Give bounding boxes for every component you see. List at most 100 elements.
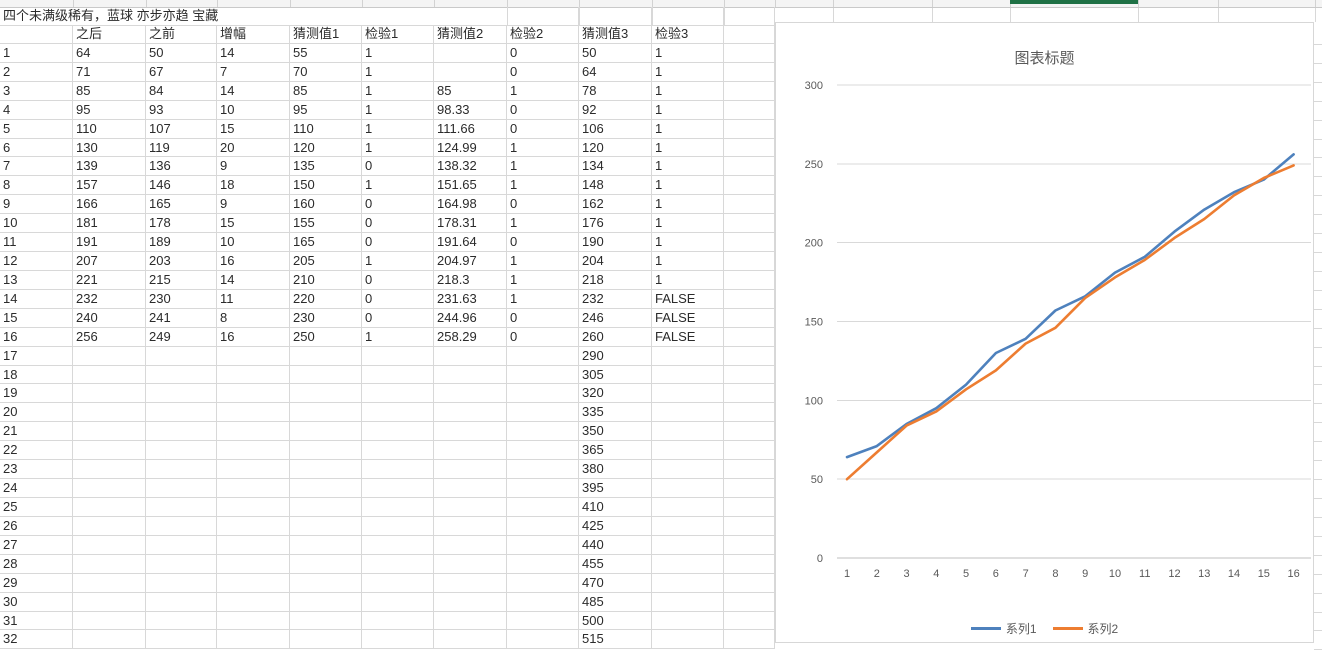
sheet-cell[interactable]: 1 (507, 271, 579, 290)
sheet-cell[interactable] (434, 612, 507, 631)
sheet-cell[interactable] (724, 195, 775, 214)
sheet-cell[interactable]: 120 (579, 139, 652, 158)
sheet-cell[interactable]: 1 (507, 176, 579, 195)
sheet-cell[interactable] (652, 441, 724, 460)
sheet-cell[interactable] (73, 630, 146, 649)
sheet-cell[interactable] (73, 536, 146, 555)
sheet-cell[interactable] (362, 498, 434, 517)
sheet-cell[interactable]: FALSE (652, 290, 724, 309)
sheet-cell[interactable]: 135 (290, 157, 362, 176)
sheet-cell[interactable]: 157 (73, 176, 146, 195)
sheet-cell[interactable]: 1 (362, 139, 434, 158)
sheet-cell[interactable]: 155 (290, 214, 362, 233)
sheet-cell[interactable] (73, 384, 146, 403)
sheet-cell[interactable]: 191 (73, 233, 146, 252)
sheet-cell[interactable]: 64 (73, 44, 146, 63)
sheet-cell[interactable] (652, 460, 724, 479)
sheet-cell[interactable] (434, 347, 507, 366)
sheet-cell[interactable] (724, 384, 775, 403)
sheet-cell[interactable] (652, 536, 724, 555)
sheet-cell[interactable]: 178 (146, 214, 217, 233)
sheet-cell[interactable]: 84 (146, 82, 217, 101)
sheet-cell[interactable] (434, 555, 507, 574)
sheet-cell[interactable]: 0 (507, 328, 579, 347)
sheet-cell[interactable]: 110 (73, 120, 146, 139)
sheet-cell[interactable]: 85 (290, 82, 362, 101)
sheet-cell[interactable]: 7 (217, 63, 290, 82)
sheet-cell[interactable]: 0 (507, 233, 579, 252)
sheet-cell[interactable]: 93 (146, 101, 217, 120)
sheet-cell[interactable]: 1 (652, 139, 724, 158)
sheet-cell[interactable]: 160 (290, 195, 362, 214)
sheet-cell[interactable]: 176 (579, 214, 652, 233)
sheet-cell[interactable]: 455 (579, 555, 652, 574)
sheet-cell[interactable]: 3 (0, 82, 73, 101)
sheet-cell[interactable] (434, 384, 507, 403)
sheet-cell[interactable] (652, 403, 724, 422)
sheet-cell[interactable]: 246 (579, 309, 652, 328)
sheet-cell[interactable]: 181 (73, 214, 146, 233)
sheet-cell[interactable] (73, 347, 146, 366)
sheet-cell[interactable]: 1 (507, 290, 579, 309)
sheet-cell[interactable]: 1 (652, 233, 724, 252)
sheet-cell[interactable]: 16 (0, 328, 73, 347)
sheet-column-header-cell[interactable] (0, 25, 73, 44)
sheet-cell[interactable]: 1 (362, 63, 434, 82)
sheet-cell[interactable]: 148 (579, 176, 652, 195)
sheet-cell[interactable] (652, 612, 724, 631)
sheet-cell[interactable]: 19 (0, 384, 73, 403)
sheet-cell[interactable]: 2 (0, 63, 73, 82)
sheet-cell[interactable]: 1 (362, 328, 434, 347)
sheet-cell[interactable]: FALSE (652, 328, 724, 347)
sheet-cell[interactable] (290, 366, 362, 385)
sheet-cell[interactable]: 0 (507, 195, 579, 214)
sheet-cell[interactable]: 0 (362, 309, 434, 328)
sheet-cell[interactable] (290, 574, 362, 593)
sheet-cell[interactable]: 210 (290, 271, 362, 290)
sheet-cell[interactable]: 85 (434, 82, 507, 101)
sheet-cell[interactable] (146, 460, 217, 479)
sheet-cell[interactable]: 1 (362, 82, 434, 101)
sheet-cell[interactable] (146, 593, 217, 612)
sheet-cell[interactable]: 22 (0, 441, 73, 460)
sheet-cell[interactable] (217, 479, 290, 498)
sheet-cell[interactable] (724, 422, 775, 441)
sheet-cell[interactable]: 305 (579, 366, 652, 385)
sheet-cell[interactable]: 136 (146, 157, 217, 176)
sheet-cell[interactable] (652, 384, 724, 403)
sheet-column-header-cell[interactable]: 检验3 (652, 25, 724, 44)
sheet-cell[interactable]: 1 (362, 101, 434, 120)
sheet-cell[interactable]: 204 (579, 252, 652, 271)
sheet-cell[interactable]: 335 (579, 403, 652, 422)
sheet-cell[interactable]: 4 (0, 101, 73, 120)
sheet-cell[interactable] (724, 214, 775, 233)
sheet-cell[interactable] (507, 612, 579, 631)
sheet-cell[interactable] (290, 593, 362, 612)
sheet-cell[interactable]: 1 (652, 195, 724, 214)
sheet-cell[interactable] (724, 593, 775, 612)
sheet-cell[interactable] (434, 44, 507, 63)
sheet-cell[interactable] (73, 441, 146, 460)
sheet-cell[interactable]: 5 (0, 120, 73, 139)
sheet-cell[interactable] (146, 555, 217, 574)
sheet-cell[interactable]: 1 (362, 176, 434, 195)
sheet-cell[interactable] (290, 422, 362, 441)
sheet-cell[interactable] (434, 403, 507, 422)
sheet-cell[interactable]: 178.31 (434, 214, 507, 233)
sheet-cell[interactable] (724, 441, 775, 460)
sheet-cell[interactable] (146, 347, 217, 366)
sheet-cell[interactable] (507, 347, 579, 366)
sheet-cell[interactable]: 230 (146, 290, 217, 309)
sheet-cell[interactable] (724, 574, 775, 593)
sheet-cell[interactable]: 1 (362, 44, 434, 63)
sheet-cell[interactable] (652, 347, 724, 366)
sheet-cell[interactable] (362, 612, 434, 631)
sheet-cell[interactable]: 256 (73, 328, 146, 347)
sheet-cell[interactable] (73, 366, 146, 385)
sheet-cell[interactable] (362, 384, 434, 403)
sheet-cell[interactable]: 191.64 (434, 233, 507, 252)
sheet-cell[interactable] (290, 460, 362, 479)
sheet-cell[interactable] (362, 479, 434, 498)
sheet-cell[interactable] (579, 7, 652, 26)
sheet-cell[interactable] (434, 479, 507, 498)
